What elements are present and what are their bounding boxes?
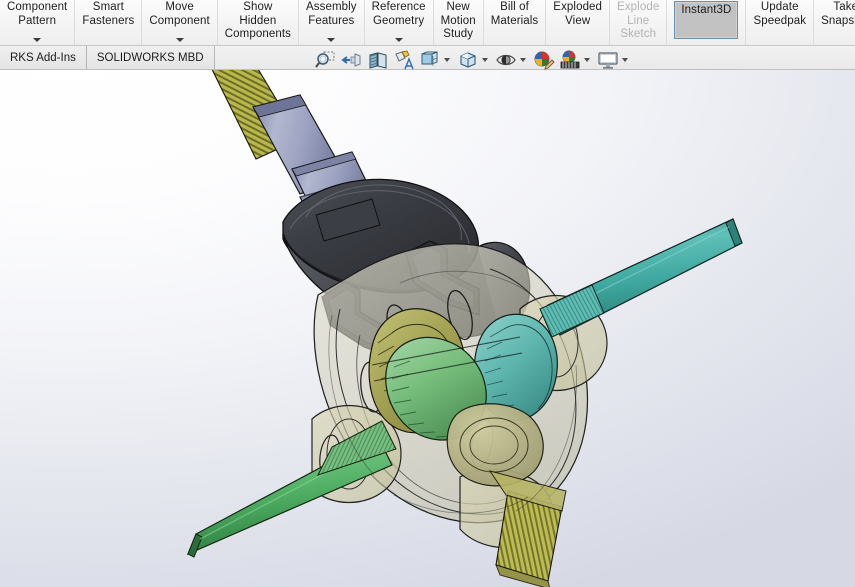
ribbon-button-label: Show Hidden Components [225, 1, 291, 42]
ribbon-button-bill-of-materials[interactable]: Bill of Materials [484, 0, 547, 45]
ribbon-button-smart-fasteners[interactable]: Smart Fasteners [75, 0, 142, 45]
chevron-down-icon[interactable] [444, 58, 450, 62]
ribbon-button-explode-line-sketch: Explode Line Sketch [610, 0, 667, 45]
chevron-down-icon[interactable] [482, 58, 488, 62]
output-splined-shaft[interactable] [490, 471, 566, 587]
chevron-down-icon[interactable] [622, 58, 628, 62]
apply-scene-icon[interactable] [557, 48, 583, 72]
ribbon-button-face: Reference Geometry [372, 1, 426, 28]
ribbon-button-take-snapshot[interactable]: Take Snapshot [814, 0, 855, 45]
ribbon-button-new-motion-study[interactable]: New Motion Study [434, 0, 484, 45]
ribbon-button-component-pattern[interactable]: Component Pattern [0, 0, 75, 45]
view-settings-icon[interactable] [595, 48, 621, 72]
chevron-down-icon[interactable] [327, 38, 335, 42]
chevron-down-icon[interactable] [176, 38, 184, 42]
ribbon-button-face: Take Snapshot [821, 1, 855, 28]
ribbon-button-label: Move Component [149, 1, 209, 28]
ribbon-button-exploded-view[interactable]: Exploded View [546, 0, 610, 45]
ribbon-button-label: Update Speedpak [753, 1, 806, 28]
ribbon-button-face: New Motion Study [441, 1, 476, 42]
ribbon-button-show-hidden-components[interactable]: Show Hidden Components [218, 0, 299, 45]
ribbon-button-face: Component Pattern [7, 1, 67, 28]
previous-view-icon[interactable] [339, 48, 365, 72]
ribbon-button-face: Move Component [149, 1, 209, 28]
chevron-down-icon[interactable] [33, 38, 41, 42]
ribbon-button-label: Reference Geometry [372, 1, 426, 28]
ribbon-button-label: Smart Fasteners [82, 1, 134, 28]
assembly-ribbon-toolbar: Component Pattern Smart Fasteners Move Com… [0, 0, 855, 46]
measure-annotation-icon[interactable] [391, 48, 417, 72]
ribbon-button-face: Update Speedpak [753, 1, 806, 28]
section-view-icon[interactable] [365, 48, 391, 72]
ribbon-button-face: Show Hidden Components [225, 1, 291, 42]
ribbon-button-face: Smart Fasteners [82, 1, 134, 28]
tab-label: RKS Add-Ins [10, 52, 76, 64]
ribbon-button-face: Explode Line Sketch [617, 1, 659, 42]
ribbon-button-label: Component Pattern [7, 1, 67, 28]
ribbon-button-label: Take Snapshot [821, 1, 855, 28]
tab-label: SOLIDWORKS MBD [97, 52, 204, 64]
ribbon-button-face: Instant3D [674, 1, 738, 39]
chevron-down-icon[interactable] [520, 58, 526, 62]
command-manager-tabs: RKS Add-Ins SOLIDWORKS MBD [0, 46, 215, 70]
ribbon-button-label: Instant3D [681, 4, 731, 18]
edit-appearance-icon[interactable] [531, 48, 557, 72]
view-orientation-icon[interactable] [417, 48, 443, 72]
ribbon-button-label: New Motion Study [441, 1, 476, 42]
ribbon-button-label: Explode Line Sketch [617, 1, 659, 42]
tab-solidworks-add-ins[interactable]: RKS Add-Ins [0, 46, 87, 69]
right-axle-shaft[interactable] [540, 219, 742, 337]
ribbon-button-face: Bill of Materials [491, 1, 539, 28]
heads-up-view-toolbar [313, 47, 633, 73]
ribbon-button-label: Assembly Features [306, 1, 357, 28]
ribbon-button-face: Exploded View [553, 1, 602, 28]
chevron-down-icon[interactable] [584, 58, 590, 62]
solidworks-window: Component Pattern Smart Fasteners Move Com… [0, 0, 855, 587]
display-style-icon[interactable] [455, 48, 481, 72]
ribbon-button-move-component[interactable]: Move Component [142, 0, 217, 45]
graphics-area[interactable] [0, 47, 855, 587]
ribbon-button-assembly-features[interactable]: Assembly Features [299, 0, 365, 45]
tab-solidworks-mbd[interactable]: SOLIDWORKS MBD [87, 46, 215, 69]
model-viewport[interactable] [0, 47, 855, 587]
ribbon-button-reference-geometry[interactable]: Reference Geometry [365, 0, 434, 45]
ribbon-button-label: Exploded View [553, 1, 602, 28]
ribbon-button-label: Bill of Materials [491, 1, 539, 28]
hide-show-items-icon[interactable] [493, 48, 519, 72]
ribbon-button-face: Assembly Features [306, 1, 357, 28]
ribbon-button-update-speedpak[interactable]: Update Speedpak [746, 0, 814, 45]
zoom-to-area-icon[interactable] [313, 48, 339, 72]
ribbon-button-instant3d[interactable]: Instant3D [667, 0, 746, 45]
chevron-down-icon[interactable] [395, 38, 403, 42]
